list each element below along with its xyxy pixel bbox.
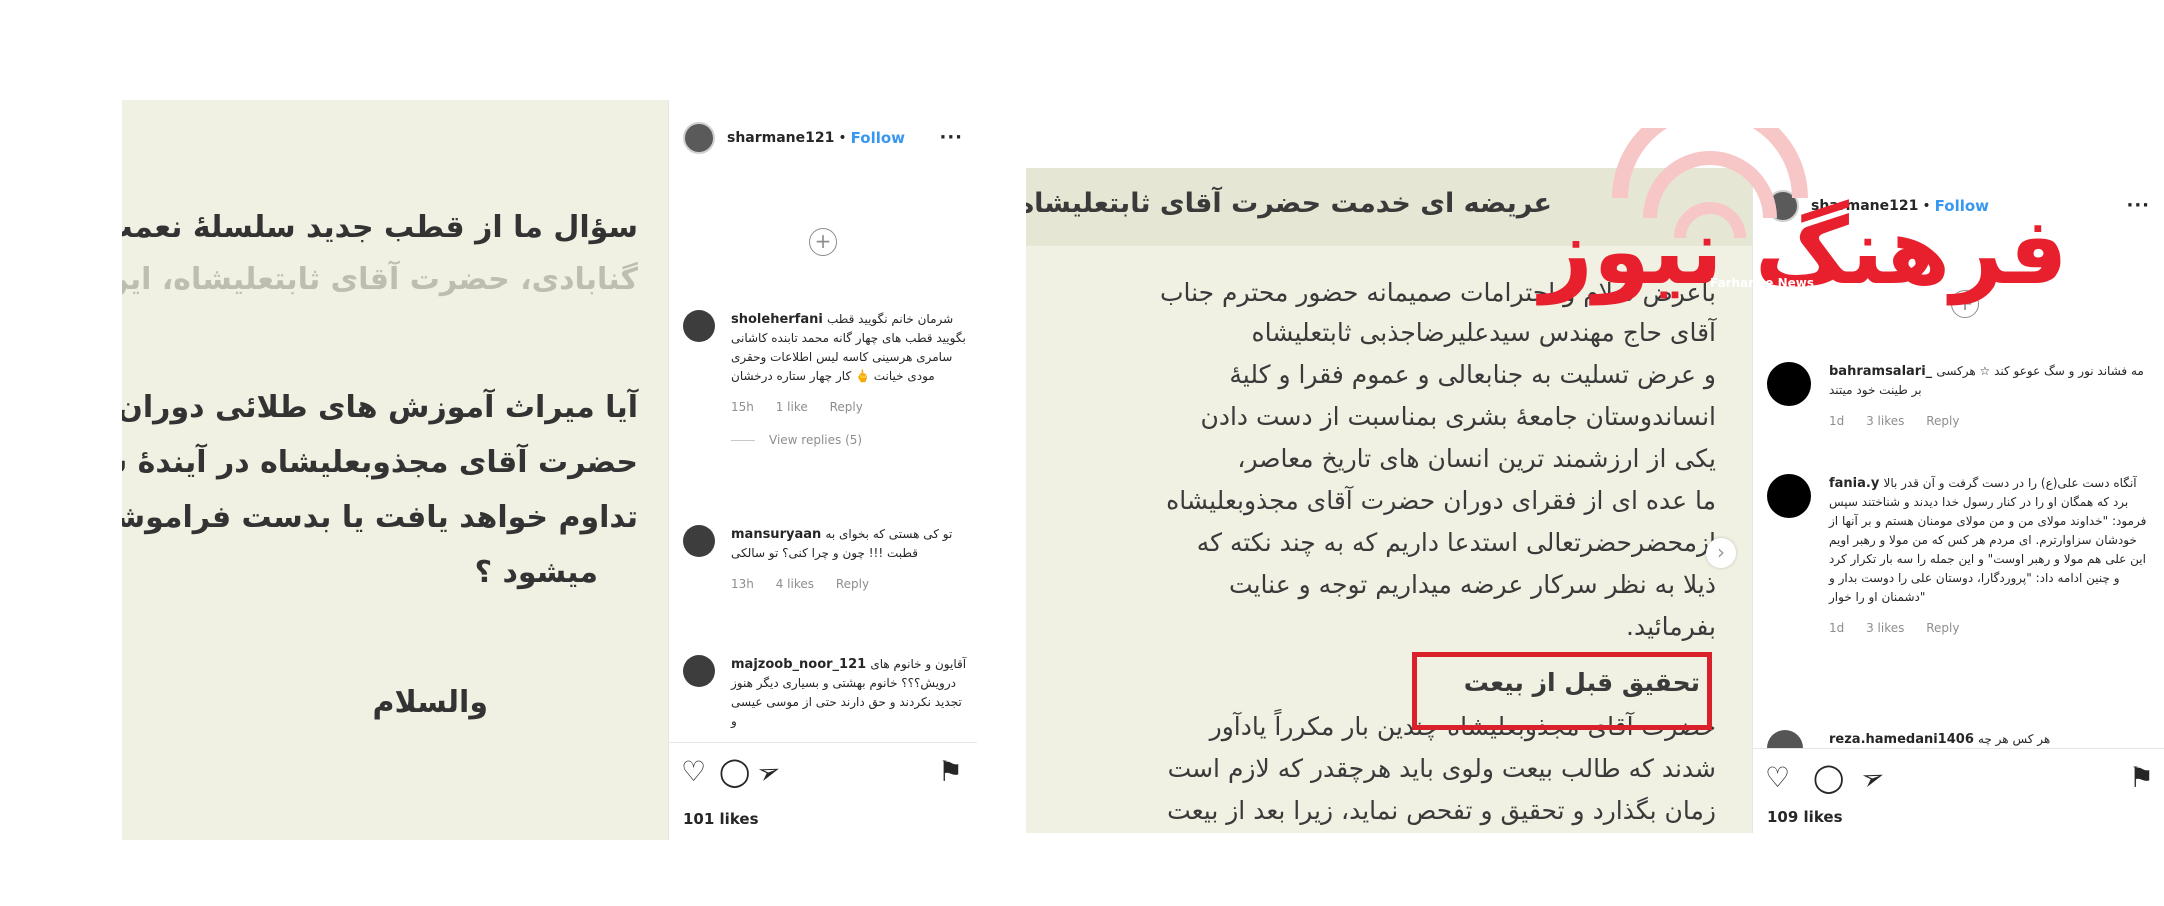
comment-username[interactable]: bahramsalari_ <box>1829 364 1932 379</box>
post-actions: ♡ ◯ ➢ ⚑ <box>1753 748 2164 804</box>
comment-username[interactable]: reza.hamedani1406 <box>1829 732 1974 747</box>
comment-username[interactable]: fania.y <box>1829 476 1879 491</box>
image-text-line: زمان بگذارد و تحقیق و تفحص نماید، زیرا ب… <box>1167 796 1716 825</box>
comment-meta: 1d 3 likes Reply <box>1829 619 2154 638</box>
add-icon[interactable]: + <box>809 228 837 256</box>
reply-button[interactable]: Reply <box>830 400 863 414</box>
comment: mansuryaan تو کی هستی که بخوای به قطبت !… <box>683 525 967 594</box>
likes-count[interactable]: 101 likes <box>683 810 759 828</box>
image-title: عریضه ای خدمت حضرت آقای ثابتعلیشاه <box>1026 188 1552 219</box>
heart-icon[interactable]: ♡ <box>1765 761 1790 794</box>
comment-time[interactable]: 1d <box>1829 414 1844 428</box>
comment-icon[interactable]: ◯ <box>1813 761 1844 794</box>
image-text-line: گنابادی، حضرت آقای ثابتعلیشاه، این است : <box>122 262 638 297</box>
commenter-avatar[interactable] <box>683 525 715 557</box>
comment: reza.hamedani1406 هر کس هر چه <box>1767 730 2154 748</box>
image-text-line: تداوم خواهد یافت یا بدست فراموشی سپرده <box>122 500 638 535</box>
bookmark-icon[interactable]: ⚑ <box>938 755 963 788</box>
highlight-box <box>1412 652 1712 730</box>
comment-likes[interactable]: 4 likes <box>776 577 814 591</box>
commenter-avatar[interactable] <box>683 310 715 342</box>
heart-icon[interactable]: ♡ <box>681 755 706 788</box>
image-text-line: حضرت آقای مجذوبعلیشاه در آیندهٔ سلسله <box>122 445 638 480</box>
comment-time[interactable]: 1d <box>1829 621 1844 635</box>
reply-button[interactable]: Reply <box>1926 414 1959 428</box>
image-text-line: ازمحضرحضرتعالی استدعا داریم که به چند نک… <box>1196 528 1716 557</box>
image-text-line: والسلام <box>372 685 489 720</box>
image-text-line: ما عده ای از فقرای دوران حضرت آقای مجذوب… <box>1166 486 1716 515</box>
image-text-line: و عرض تسلیت به جنابعالی و عموم فقرا و کل… <box>1229 360 1716 389</box>
chevron-right-icon[interactable]: › <box>1706 538 1736 568</box>
post-actions: ♡ ◯ ➢ ⚑ <box>669 742 977 798</box>
comment-icon[interactable]: ◯ <box>719 755 750 788</box>
comment-username[interactable]: sholeherfani <box>731 312 823 327</box>
commenter-avatar[interactable] <box>1767 474 1811 518</box>
comment: fania.y آنگاه دست علی(ع) را در دست گرفت … <box>1767 474 2154 638</box>
likes-count[interactable]: 109 likes <box>1767 808 1843 826</box>
comment: sholeherfani شرمان خانم نگویید قطب بگویی… <box>683 310 967 450</box>
image-text-line: آیا میراث آموزش های طلائی دوران قطبیت <box>122 390 638 425</box>
left-post-image: سؤال ما از قطب جدید سلسلهٔ نعمت الهی گنا… <box>122 100 668 840</box>
comment-meta: 15h 1 like Reply <box>731 398 967 417</box>
comment: bahramsalari_ مه فشاند نور و سگ عوعو کند… <box>1767 362 2154 431</box>
left-post: سؤال ما از قطب جدید سلسلهٔ نعمت الهی گنا… <box>122 100 977 860</box>
more-options-icon[interactable]: ··· <box>2126 195 2150 216</box>
commenter-avatar[interactable] <box>1767 730 1803 748</box>
post-header: sharmane121 • Follow ··· <box>669 100 977 175</box>
logo-subtitle: Farhange News <box>1710 276 1815 290</box>
comment: majzoob_noor_121 آقایون و خانوم های دروی… <box>683 655 967 735</box>
bookmark-icon[interactable]: ⚑ <box>2129 761 2154 794</box>
comment-meta: 13h 4 likes Reply <box>731 575 967 594</box>
image-text-line: سؤال ما از قطب جدید سلسلهٔ نعمت الهی <box>122 210 638 245</box>
comment-time[interactable]: 13h <box>731 577 754 591</box>
image-text-line: یکی از ارزشمند ترین انسان های تاریخ معاص… <box>1237 444 1716 473</box>
image-text-line: انساندوستان جامعهٔ بشری بمناسبت از دست د… <box>1200 402 1716 431</box>
avatar[interactable] <box>683 121 715 154</box>
reply-button[interactable]: Reply <box>836 577 869 591</box>
separator-dot: • <box>838 129 847 146</box>
comment-likes[interactable]: 1 like <box>776 400 808 414</box>
share-icon[interactable]: ➢ <box>752 752 785 791</box>
image-text-line: میشود ؟ <box>474 555 598 590</box>
image-text-line: شدند که طالب بیعت ولوی باید هرچقدر که لا… <box>1167 754 1716 783</box>
watermark-logo: فرهنگ نیوز Farhange News <box>1500 128 2068 318</box>
commenter-avatar[interactable] <box>683 655 715 687</box>
image-text-line: آقای حاج مهندس سیدعلیرضاجذبی ثابتعلیشاه <box>1251 318 1716 347</box>
comment-username[interactable]: mansuryaan <box>731 527 821 542</box>
image-text-line: ذیلا به نظر سرکار عرضه میداریم توجه و عن… <box>1229 570 1716 599</box>
left-post-sidebar: sharmane121 • Follow ··· + sholeherfani … <box>668 100 977 840</box>
comment-likes[interactable]: 3 likes <box>1866 621 1904 635</box>
comment-likes[interactable]: 3 likes <box>1866 414 1904 428</box>
comment-text: آنگاه دست علی(ع) را در دست گرفت و آن قدر… <box>1829 476 2147 604</box>
comment-text: هر کس هر چه <box>1978 732 2051 746</box>
username[interactable]: sharmane121 <box>727 130 834 146</box>
comment-time[interactable]: 15h <box>731 400 754 414</box>
commenter-avatar[interactable] <box>1767 362 1811 406</box>
comment-meta: 1d 3 likes Reply <box>1829 412 2154 431</box>
reply-button[interactable]: Reply <box>1926 621 1959 635</box>
follow-button[interactable]: Follow <box>851 129 905 147</box>
comment-username[interactable]: majzoob_noor_121 <box>731 657 866 672</box>
share-icon[interactable]: ➢ <box>1856 758 1889 797</box>
image-text-line: بفرمائید. <box>1626 612 1716 641</box>
more-options-icon[interactable]: ··· <box>939 127 963 148</box>
view-replies-button[interactable]: View replies (5) <box>731 431 967 450</box>
